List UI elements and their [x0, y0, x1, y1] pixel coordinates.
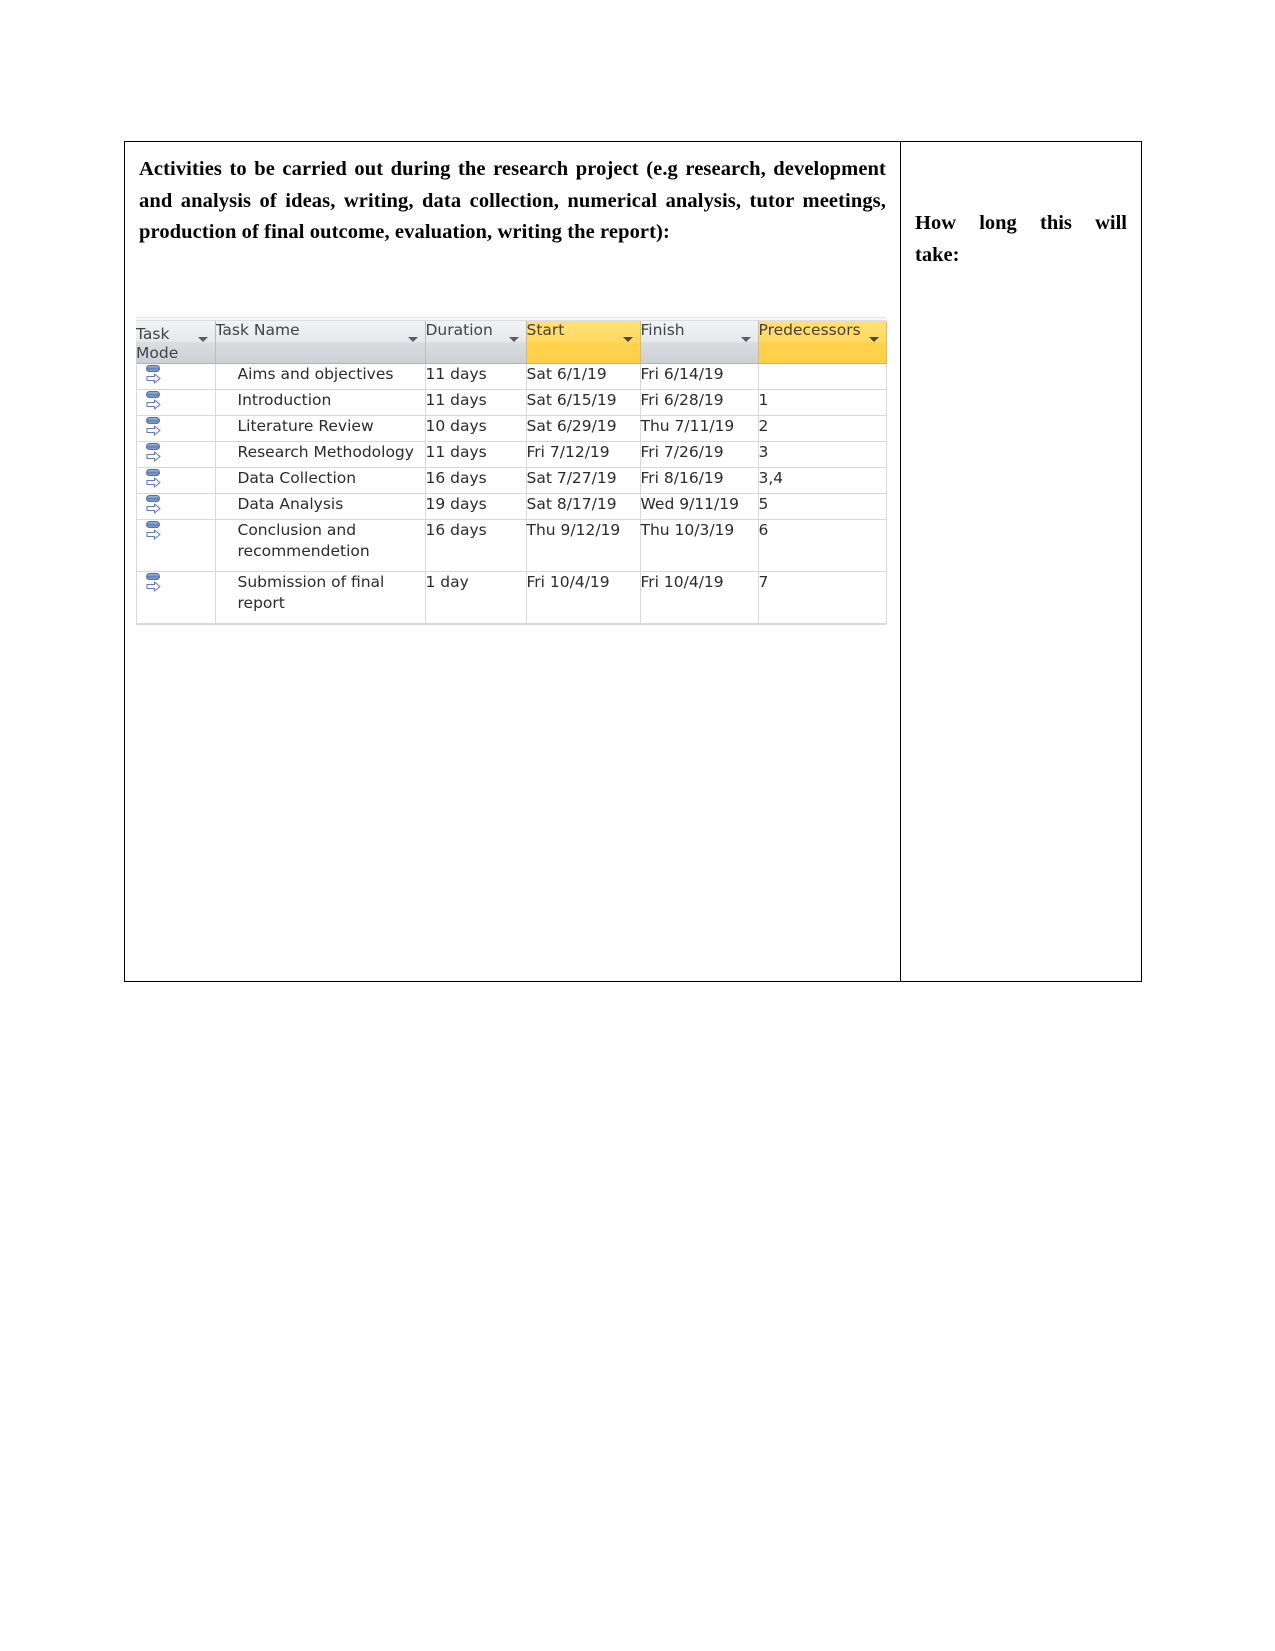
- task-duration-cell[interactable]: 11 days: [425, 389, 527, 416]
- ms-project-task-grid: Task Mode Task Name Duration Start Finis…: [136, 310, 887, 625]
- column-header-predecessors-label: Predecessors: [758, 321, 861, 339]
- task-name-cell[interactable]: Submission of final report: [215, 571, 426, 624]
- task-predecessors-cell[interactable]: 2: [758, 415, 887, 442]
- task-predecessors-cell[interactable]: [758, 363, 887, 390]
- task-mode-cell[interactable]: [136, 389, 216, 416]
- task-name-cell[interactable]: Aims and objectives: [215, 363, 426, 390]
- task-name-cell[interactable]: Introduction: [215, 389, 426, 416]
- task-start-cell[interactable]: Sat 7/27/19: [526, 467, 641, 494]
- grid-left-edge: [136, 320, 137, 625]
- task-predecessors-cell[interactable]: 1: [758, 389, 887, 416]
- task-mode-cell[interactable]: [136, 467, 216, 494]
- task-predecessors-cell[interactable]: 7: [758, 571, 887, 624]
- task-mode-cell[interactable]: [136, 363, 216, 390]
- task-mode-cell[interactable]: [136, 441, 216, 468]
- duration-cell: How long this will take:: [901, 142, 1141, 981]
- auto-schedule-icon: [145, 573, 162, 592]
- task-mode-cell[interactable]: [136, 493, 216, 520]
- duration-label-line2: take:: [915, 243, 960, 266]
- table-row[interactable]: Conclusion and recommendetion 16 days Th…: [136, 519, 887, 572]
- task-duration-cell[interactable]: 1 day: [425, 571, 527, 624]
- task-start-cell[interactable]: Sat 8/17/19: [526, 493, 641, 520]
- task-name-cell[interactable]: Research Methodology: [215, 441, 426, 468]
- auto-schedule-icon: [145, 495, 162, 514]
- task-start-cell[interactable]: Sat 6/1/19: [526, 363, 641, 390]
- task-duration-cell[interactable]: 10 days: [425, 415, 527, 442]
- auto-schedule-icon: [145, 521, 162, 540]
- task-predecessors-cell[interactable]: 6: [758, 519, 887, 572]
- column-header-finish[interactable]: Finish: [640, 321, 759, 364]
- auto-schedule-icon: [145, 365, 162, 384]
- task-predecessors-cell[interactable]: 5: [758, 493, 887, 520]
- task-mode-cell[interactable]: [136, 415, 216, 442]
- duration-label-line1: How long this will: [915, 212, 1127, 234]
- task-finish-cell[interactable]: Fri 8/16/19: [640, 467, 759, 494]
- filter-arrow-icon[interactable]: [407, 337, 418, 342]
- task-finish-cell[interactable]: Fri 6/14/19: [640, 363, 759, 390]
- task-start-cell[interactable]: Fri 7/12/19: [526, 441, 641, 468]
- task-start-cell[interactable]: Fri 10/4/19: [526, 571, 641, 624]
- table-row[interactable]: Data Analysis 19 days Sat 8/17/19 Wed 9/…: [136, 493, 887, 520]
- column-header-start-label: Start: [526, 321, 565, 339]
- column-header-duration-label: Duration: [425, 321, 493, 339]
- column-header-task-name-label: Task Name: [215, 321, 300, 339]
- grid-splitter-strip: [136, 310, 886, 321]
- filter-arrow-icon[interactable]: [508, 337, 519, 342]
- task-start-cell[interactable]: Sat 6/15/19: [526, 389, 641, 416]
- auto-schedule-icon: [145, 443, 162, 462]
- table-row[interactable]: Aims and objectives 11 days Sat 6/1/19 F…: [136, 363, 887, 390]
- table-row[interactable]: Research Methodology 11 days Fri 7/12/19…: [136, 441, 887, 468]
- task-predecessors-cell[interactable]: 3: [758, 441, 887, 468]
- task-table-body: Aims and objectives 11 days Sat 6/1/19 F…: [136, 363, 887, 624]
- column-header-task-name[interactable]: Task Name: [215, 321, 426, 364]
- task-table-header-row: Task Mode Task Name Duration Start Finis…: [136, 321, 887, 364]
- column-header-duration[interactable]: Duration: [425, 321, 527, 364]
- task-finish-cell[interactable]: Thu 10/3/19: [640, 519, 759, 572]
- task-predecessors-cell[interactable]: 3,4: [758, 467, 887, 494]
- filter-arrow-icon[interactable]: [622, 337, 633, 342]
- activities-prompt: Activities to be carried out during the …: [139, 158, 886, 243]
- task-finish-cell[interactable]: Thu 7/11/19: [640, 415, 759, 442]
- task-name-cell[interactable]: Literature Review: [215, 415, 426, 442]
- grid-bottom-edge: [136, 624, 886, 625]
- column-header-task-mode[interactable]: Task Mode: [136, 321, 216, 364]
- task-name-cell[interactable]: Conclusion and recommendetion: [215, 519, 426, 572]
- task-name-cell[interactable]: Data Collection: [215, 467, 426, 494]
- task-name-cell[interactable]: Data Analysis: [215, 493, 426, 520]
- task-table: Task Mode Task Name Duration Start Finis…: [136, 321, 887, 624]
- column-header-predecessors[interactable]: Predecessors: [758, 321, 887, 364]
- table-row[interactable]: Data Collection 16 days Sat 7/27/19 Fri …: [136, 467, 887, 494]
- auto-schedule-icon: [145, 417, 162, 436]
- task-finish-cell[interactable]: Wed 9/11/19: [640, 493, 759, 520]
- filter-arrow-icon[interactable]: [740, 337, 751, 342]
- activities-cell: Activities to be carried out during the …: [125, 142, 901, 981]
- task-mode-cell[interactable]: [136, 519, 216, 572]
- filter-arrow-icon[interactable]: [868, 337, 879, 342]
- column-header-finish-label: Finish: [640, 321, 685, 339]
- filter-arrow-icon[interactable]: [197, 337, 208, 342]
- task-start-cell[interactable]: Thu 9/12/19: [526, 519, 641, 572]
- task-duration-cell[interactable]: 11 days: [425, 363, 527, 390]
- duration-label: How long this will take:: [915, 154, 1127, 271]
- table-row[interactable]: Submission of final report 1 day Fri 10/…: [136, 571, 887, 624]
- task-mode-cell[interactable]: [136, 571, 216, 624]
- task-start-cell[interactable]: Sat 6/29/19: [526, 415, 641, 442]
- column-header-start[interactable]: Start: [526, 321, 641, 364]
- task-finish-cell[interactable]: Fri 7/26/19: [640, 441, 759, 468]
- task-finish-cell[interactable]: Fri 10/4/19: [640, 571, 759, 624]
- document-table: Activities to be carried out during the …: [124, 141, 1142, 982]
- auto-schedule-icon: [145, 391, 162, 410]
- task-duration-cell[interactable]: 16 days: [425, 519, 527, 572]
- column-header-task-mode-label: Task Mode: [136, 325, 179, 362]
- table-row[interactable]: Introduction 11 days Sat 6/15/19 Fri 6/2…: [136, 389, 887, 416]
- task-duration-cell[interactable]: 11 days: [425, 441, 527, 468]
- task-duration-cell[interactable]: 19 days: [425, 493, 527, 520]
- task-finish-cell[interactable]: Fri 6/28/19: [640, 389, 759, 416]
- auto-schedule-icon: [145, 469, 162, 488]
- task-duration-cell[interactable]: 16 days: [425, 467, 527, 494]
- table-row[interactable]: Literature Review 10 days Sat 6/29/19 Th…: [136, 415, 887, 442]
